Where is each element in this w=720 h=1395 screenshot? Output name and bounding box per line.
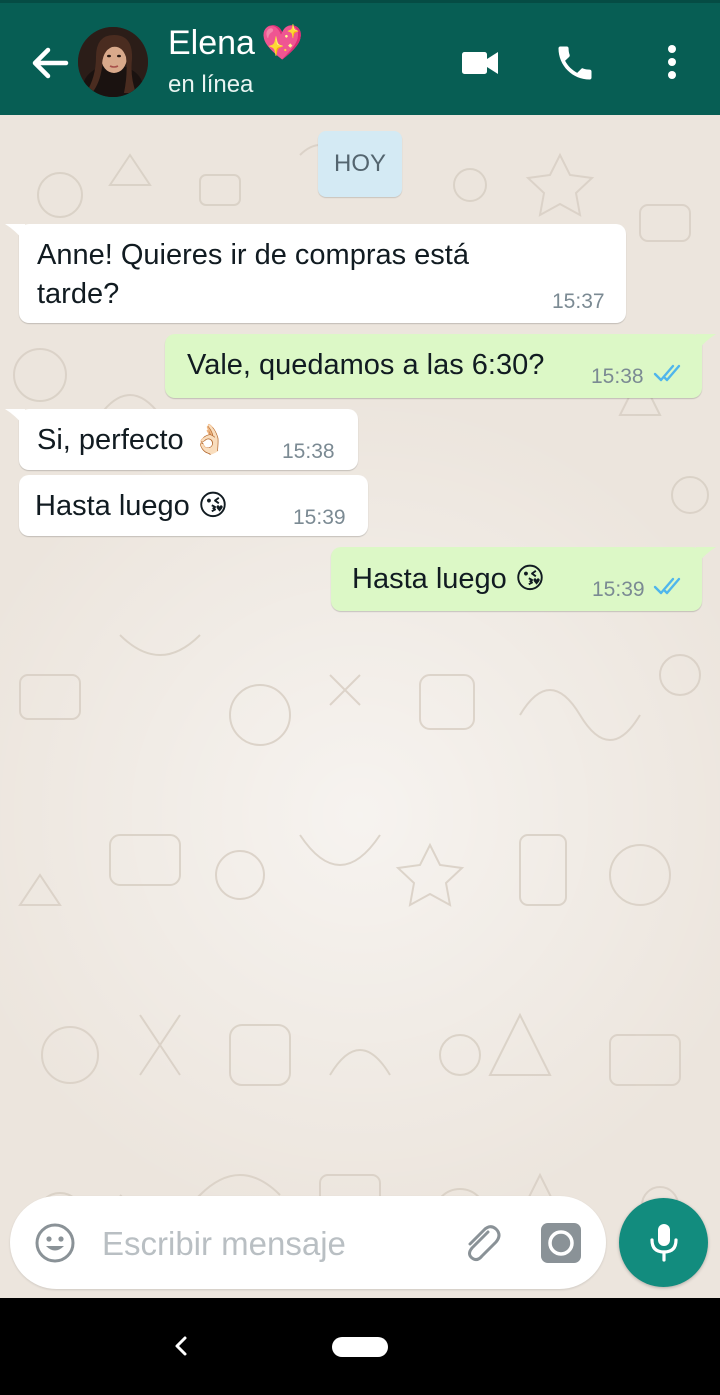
chat-header: Elena 💖 en línea [0,0,720,115]
sparkling-heart-emoji: 💖 [260,23,304,63]
message-outgoing[interactable]: Vale, quedamos a las 6:30? 15:38 [165,334,716,398]
date-separator: HOY [318,131,402,197]
nav-back-icon [175,1336,187,1356]
kissing-face-emoji: 😘 [197,488,229,522]
message-text: Vale, quedamos a las 6:30? [187,349,545,381]
bubble-tail [5,224,25,242]
message-input[interactable] [100,1216,434,1272]
voice-message-button[interactable] [619,1198,708,1287]
video-call-icon [462,52,498,74]
message-text: Si, perfecto 👌🏻 [37,420,228,460]
message-time: 15:39 [293,506,346,529]
message-text: Hasta luego 😘 [352,559,545,599]
emoji-button[interactable] [34,1222,76,1264]
contact-name[interactable]: Elena 💖 [168,23,303,63]
contact-status: en línea [168,71,254,98]
back-button[interactable] [28,41,72,85]
paperclip-icon [468,1225,501,1262]
avatar[interactable] [78,27,148,97]
kissing-face-emoji: 😘 [514,561,546,595]
more-options-button[interactable] [650,41,694,85]
voice-call-button[interactable] [553,41,597,85]
camera-icon [541,1223,581,1263]
message-text: Hasta luego 😘 [35,486,228,526]
more-vert-icon [668,45,676,79]
message-time: 15:37 [552,290,605,313]
message-incoming[interactable]: Hasta luego 😘 15:39 [19,475,368,536]
bubble-tail [5,409,25,427]
message-outgoing[interactable]: Hasta luego 😘 15:39 [331,547,716,611]
video-call-button[interactable] [458,41,502,85]
read-receipt-icon [653,364,681,382]
mic-icon [650,1224,678,1262]
message-time: 15:38 [591,365,644,388]
bubble-tail [696,547,716,565]
message-incoming[interactable]: Si, perfecto 👌🏻 15:38 [5,409,358,470]
nav-back-button[interactable] [165,1328,195,1364]
attach-button[interactable] [458,1220,504,1266]
arrow-left-icon [32,47,69,79]
nav-home-pill[interactable] [332,1337,388,1357]
message-text-content: Si, perfecto [37,424,184,456]
read-receipt-icon [653,577,681,595]
ok-hand-emoji: 👌🏻 [191,422,228,456]
contact-name-text: Elena [168,24,255,62]
phone-icon [558,46,592,80]
chat-area[interactable]: HOY Anne! Quieres ir de compras está tar… [0,115,720,1298]
message-incoming[interactable]: Anne! Quieres ir de compras está tarde? … [5,224,626,323]
message-time: 15:38 [282,440,335,463]
message-composer [10,1196,606,1289]
message-text: Anne! Quieres ir de compras está tarde? [37,239,469,310]
camera-button[interactable] [538,1220,584,1266]
message-text-content: Hasta luego [35,490,190,522]
message-text-content: Hasta luego [352,563,507,595]
emoji-icon [35,1223,75,1263]
avatar-photo [78,27,148,97]
bubble-tail [696,334,716,352]
message-time: 15:39 [592,578,645,601]
